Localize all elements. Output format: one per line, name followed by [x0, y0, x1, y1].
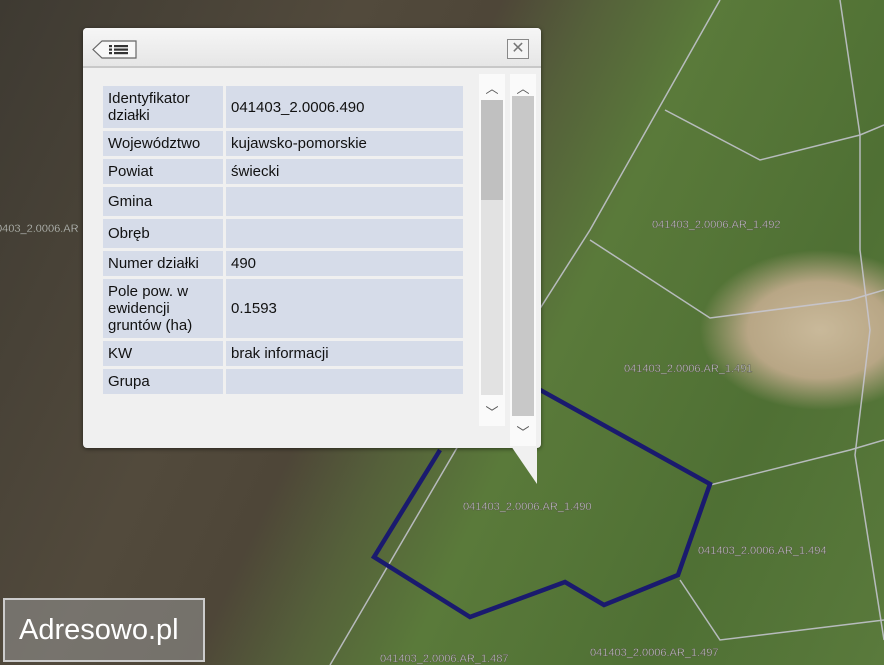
parcel-info-popup: ✕ Identyfikator działki 041403_2.0006.490… [83, 28, 541, 448]
popup-pointer [511, 446, 537, 484]
row-value: świecki [226, 159, 463, 184]
table-row: Gmina [103, 187, 463, 216]
row-label: Identyfikator działki [103, 86, 223, 128]
scrollbar-thumb[interactable] [512, 96, 534, 416]
parcel-label: 041403_2.0006.AR_1.492 [652, 219, 780, 231]
attribute-table: Identyfikator działki 041403_2.0006.490 W… [103, 86, 466, 397]
row-label: Powiat [103, 159, 223, 184]
row-value: kujawsko-pomorskie [226, 131, 463, 156]
scroll-down-icon[interactable]: ﹀ [510, 422, 536, 441]
row-label: KW [103, 341, 223, 366]
table-row: Pole pow. w ewidencji gruntów (ha) 0.1593 [103, 279, 463, 338]
row-value: 490 [226, 251, 463, 276]
attribute-table-container: Identyfikator działki 041403_2.0006.490 W… [103, 86, 469, 426]
inner-scrollbar[interactable]: ︿ ﹀ [479, 74, 505, 426]
table-row: Powiat świecki [103, 159, 463, 184]
row-label: Grupa [103, 369, 223, 394]
row-value [226, 369, 463, 394]
close-button[interactable]: ✕ [507, 39, 529, 59]
parcel-label: 041403_2.0006.AR_1.491 [624, 363, 752, 375]
parcel-label: 041403_2.0006.AR_1.494 [698, 545, 826, 557]
row-label: Gmina [103, 187, 223, 216]
scrollbar-thumb[interactable] [481, 100, 503, 200]
table-row: Numer działki 490 [103, 251, 463, 276]
scrollbar-track[interactable] [481, 200, 503, 395]
scroll-up-icon[interactable]: ︿ [479, 78, 505, 97]
row-value: 041403_2.0006.490 [226, 86, 463, 128]
row-value: 0.1593 [226, 279, 463, 338]
popup-header: ✕ [83, 28, 541, 68]
row-label: Numer działki [103, 251, 223, 276]
row-label: Województwo [103, 131, 223, 156]
parcel-label: 041403_2.0006.AR_1.490 [463, 501, 591, 513]
row-value: brak informacji [226, 341, 463, 366]
parcel-label: 041403_2.0006.AR_1.487 [380, 653, 508, 665]
table-row: KW brak informacji [103, 341, 463, 366]
row-value [226, 187, 463, 216]
parcel-label: 041403_2.0006.AR_1.497 [590, 647, 718, 659]
scroll-down-icon[interactable]: ﹀ [479, 402, 505, 421]
row-label: Obręb [103, 219, 223, 248]
table-row: Województwo kujawsko-pomorskie [103, 131, 463, 156]
outer-scrollbar[interactable]: ︿ ﹀ [510, 74, 536, 446]
scroll-up-icon[interactable]: ︿ [510, 78, 536, 97]
row-value [226, 219, 463, 248]
adresowo-logo[interactable]: Adresowo.pl [3, 598, 205, 662]
row-label: Pole pow. w ewidencji gruntów (ha) [103, 279, 223, 338]
parcel-label: 0403_2.0006.AR [0, 223, 79, 235]
table-row: Grupa [103, 369, 463, 394]
list-back-icon[interactable] [92, 40, 138, 59]
table-row: Identyfikator działki 041403_2.0006.490 [103, 86, 463, 128]
table-row: Obręb [103, 219, 463, 248]
